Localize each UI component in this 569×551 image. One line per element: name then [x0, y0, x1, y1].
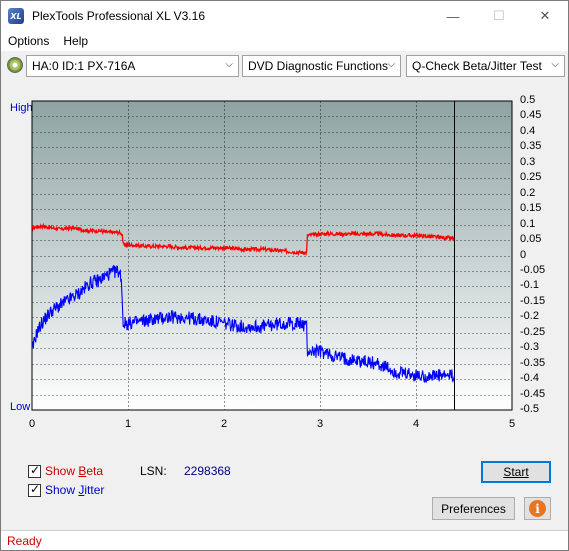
close-button[interactable]: ✕ [522, 1, 568, 31]
y-tick-label: 0.4 [520, 124, 536, 137]
toolbar: HA:0 ID:1 PX-716A ⌵ DVD Diagnostic Funct… [1, 53, 568, 79]
y-tick-label: 0.05 [520, 233, 542, 246]
show-beta-checkbox[interactable] [28, 463, 41, 478]
chevron-down-icon: ⌵ [551, 59, 559, 70]
show-jitter-text: Show Jitter [45, 483, 105, 497]
app-window: XL PlexTools Professional XL V3.16 — ☐ ✕… [0, 0, 569, 551]
y-tick-label: 0.3 [520, 155, 536, 168]
minimize-button[interactable]: — [430, 1, 476, 31]
y-tick-label: -0.1 [520, 279, 539, 292]
y-tick-label: 0.1 [520, 217, 536, 230]
lsn-label: LSN: [140, 464, 167, 478]
y-tick-label: 0.2 [520, 186, 536, 199]
lsn-value: 2298368 [184, 464, 231, 478]
function-select[interactable]: DVD Diagnostic Functions ⌵ [242, 55, 401, 77]
options-area: Show Beta Show Jitter LSN: 2298368 Start… [8, 453, 558, 523]
menu-help[interactable]: Help [56, 34, 95, 48]
status-bar: Ready [1, 530, 568, 550]
x-tick-label: 2 [220, 418, 228, 430]
chevron-down-icon: ⌵ [387, 59, 395, 70]
test-select-value: Q-Check Beta/Jitter Test [412, 59, 542, 73]
drive-select[interactable]: HA:0 ID:1 PX-716A ⌵ [26, 55, 239, 77]
y-tick-label: -0.3 [520, 341, 539, 354]
x-tick-label: 3 [316, 418, 324, 430]
y-tick-label: -0.4 [520, 372, 539, 385]
y-tick-label: 0.45 [520, 109, 542, 122]
y-tick-label: 0.5 [520, 94, 536, 106]
y-tick-label: -0.2 [520, 310, 539, 323]
show-jitter-checkbox[interactable] [28, 482, 41, 497]
status-text: Ready [7, 534, 42, 548]
y-tick-label: -0.5 [520, 403, 539, 415]
menu-bar: Options Help [1, 31, 568, 51]
disc-drive-icon [7, 57, 23, 73]
chart-panel: High Low 0.5 0.45 0.4 0.35 0.3 0.25 0.2 0.15 0.1… [8, 88, 558, 444]
y-tick-label: -0.25 [520, 325, 546, 338]
y-tick-label: 0.35 [520, 140, 542, 153]
start-button[interactable]: Start [481, 461, 551, 483]
show-jitter-label[interactable]: Show Jitter [45, 483, 104, 497]
x-tick-label: 0 [28, 418, 36, 430]
beta-jitter-chart [31, 100, 513, 411]
y-tick-label: -0.05 [520, 263, 546, 276]
function-select-value: DVD Diagnostic Functions [248, 59, 389, 73]
y-tick-label: 0.15 [520, 202, 542, 215]
x-tick-label: 1 [124, 418, 132, 430]
show-beta-text: Show Beta [45, 464, 104, 478]
maximize-button: ☐ [493, 8, 505, 23]
preferences-button[interactable]: Preferences [432, 497, 515, 520]
drive-select-value: HA:0 ID:1 PX-716A [32, 59, 136, 73]
y-tick-label: -0.15 [520, 294, 546, 307]
start-button-label: Start [503, 465, 529, 479]
menu-options[interactable]: Options [1, 34, 56, 48]
x-tick-label: 5 [508, 418, 516, 430]
info-button[interactable]: i [524, 497, 551, 520]
y-tick-label: -0.35 [520, 356, 546, 369]
window-title: PlexTools Professional XL V3.16 [32, 9, 205, 23]
app-logo-icon: XL [8, 8, 24, 24]
info-icon: i [529, 500, 546, 517]
chevron-down-icon: ⌵ [225, 59, 233, 70]
y-tick-label: -0.45 [520, 387, 546, 400]
window-controls: — ☐ ✕ [430, 1, 568, 31]
title-bar: XL PlexTools Professional XL V3.16 — ☐ ✕ [1, 1, 568, 31]
test-select[interactable]: Q-Check Beta/Jitter Test ⌵ [406, 55, 565, 77]
preferences-button-label: Preferences [441, 501, 506, 516]
y-tick-label: 0.25 [520, 171, 542, 184]
show-beta-label[interactable]: Show Beta [45, 464, 103, 478]
x-tick-label: 4 [412, 418, 420, 430]
y-tick-label: 0 [520, 248, 527, 261]
